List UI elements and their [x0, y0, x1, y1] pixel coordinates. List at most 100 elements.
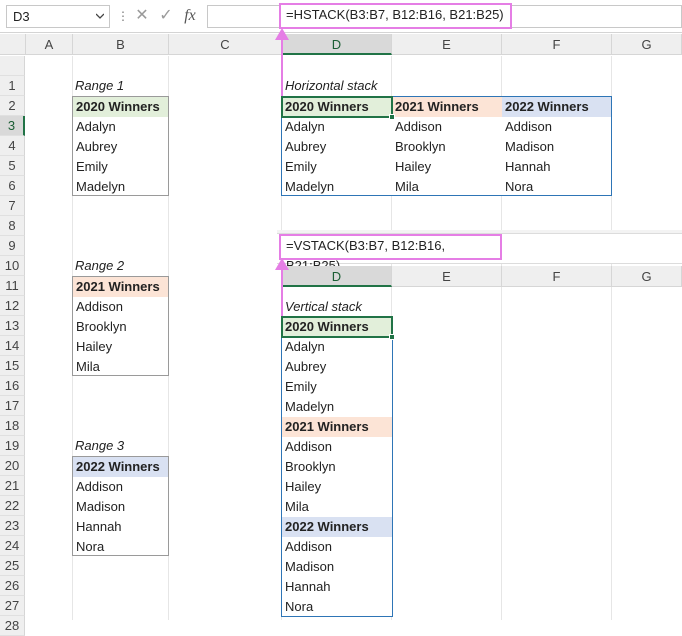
- range3-cell[interactable]: Addison: [73, 477, 168, 497]
- range1-cell[interactable]: Emily: [73, 157, 168, 177]
- hstack-cell[interactable]: Hannah: [502, 157, 611, 177]
- row-header-24[interactable]: 24: [0, 536, 25, 556]
- row-header-13[interactable]: 13: [0, 316, 25, 336]
- active-cell-d3[interactable]: [281, 96, 393, 118]
- row-header-10[interactable]: 10: [0, 256, 25, 276]
- row-header-4[interactable]: 4: [0, 136, 25, 156]
- vstack-cell[interactable]: Nora: [282, 597, 392, 617]
- row-header-15[interactable]: 15: [0, 356, 25, 376]
- range2-cell[interactable]: Brooklyn: [73, 317, 168, 337]
- row-header-23[interactable]: 23: [0, 516, 25, 536]
- vstack-header-2021[interactable]: 2021 Winners: [282, 417, 392, 437]
- hstack-cell[interactable]: Emily: [282, 157, 392, 177]
- row-header-12[interactable]: 12: [0, 296, 25, 316]
- row-header-8[interactable]: 8: [0, 216, 25, 236]
- row-header-28[interactable]: 28: [0, 616, 25, 636]
- range2-header[interactable]: 2021 Winners: [73, 277, 168, 297]
- cancel-icon[interactable]: ✕: [131, 6, 153, 26]
- vstack-cell[interactable]: Addison: [282, 537, 392, 557]
- range3-cell[interactable]: Madison: [73, 497, 168, 517]
- row-header-14[interactable]: 14: [0, 336, 25, 356]
- select-all-corner[interactable]: [0, 34, 26, 55]
- vstack-cell[interactable]: Emily: [282, 377, 392, 397]
- row-header-5[interactable]: 5: [0, 156, 25, 176]
- vstack-column-header-e[interactable]: E: [392, 266, 502, 287]
- column-header-a[interactable]: A: [26, 34, 73, 55]
- row-header-17[interactable]: 17: [0, 396, 25, 416]
- range2-cell[interactable]: Addison: [73, 297, 168, 317]
- vstack-cell[interactable]: Brooklyn: [282, 457, 392, 477]
- range1-cell[interactable]: Madelyn: [73, 177, 168, 197]
- vertical-stack-table: 2020 Winners Adalyn Aubrey Emily Madelyn…: [281, 316, 393, 617]
- hstack-header-2022[interactable]: 2022 Winners: [502, 97, 611, 117]
- vstack-cell[interactable]: Adalyn: [282, 337, 392, 357]
- enter-icon[interactable]: ✓: [155, 6, 177, 26]
- row-header-22[interactable]: 22: [0, 496, 25, 516]
- range2-cell[interactable]: Mila: [73, 357, 168, 377]
- vstack-cell[interactable]: Addison: [282, 437, 392, 457]
- vstack-cell[interactable]: Aubrey: [282, 357, 392, 377]
- range2-cell[interactable]: Hailey: [73, 337, 168, 357]
- row-header-25[interactable]: 25: [0, 556, 25, 576]
- hstack-cell[interactable]: Brooklyn: [392, 137, 502, 157]
- row-header-3[interactable]: 3: [0, 116, 25, 136]
- row-header-27[interactable]: 27: [0, 596, 25, 616]
- vstack-cell[interactable]: Madison: [282, 557, 392, 577]
- more-options-icon[interactable]: ⋮: [117, 9, 129, 23]
- range1-header[interactable]: 2020 Winners: [73, 97, 168, 117]
- range1-label: Range 1: [75, 78, 125, 93]
- column-header-g[interactable]: G: [612, 34, 682, 55]
- hstack-cell[interactable]: Nora: [502, 177, 611, 197]
- row-header-21[interactable]: 21: [0, 476, 25, 496]
- range2-label: Range 2: [75, 258, 125, 273]
- chevron-down-icon[interactable]: [96, 12, 104, 20]
- vstack-cell[interactable]: Hannah: [282, 577, 392, 597]
- vstack-header-2022[interactable]: 2022 Winners: [282, 517, 392, 537]
- range1-cell[interactable]: Aubrey: [73, 137, 168, 157]
- row-header-20[interactable]: 20: [0, 456, 25, 476]
- horizontal-stack-label: Horizontal stack: [285, 78, 378, 93]
- insert-function-icon[interactable]: fx: [179, 6, 201, 26]
- row-header-6[interactable]: 6: [0, 176, 25, 196]
- column-header-f[interactable]: F: [502, 34, 612, 55]
- vstack-cell[interactable]: Madelyn: [282, 397, 392, 417]
- row-header-16[interactable]: 16: [0, 376, 25, 396]
- column-header-d[interactable]: D: [282, 34, 392, 55]
- row-header-9[interactable]: 9: [0, 236, 25, 256]
- column-header-c[interactable]: C: [169, 34, 282, 55]
- vstack-cell[interactable]: Mila: [282, 497, 392, 517]
- row-header-19[interactable]: 19: [0, 436, 25, 456]
- column-header-e[interactable]: E: [392, 34, 502, 55]
- vstack-column-header-f[interactable]: F: [502, 266, 612, 287]
- vstack-fill-handle[interactable]: [389, 334, 395, 340]
- hstack-cell[interactable]: Mila: [392, 177, 502, 197]
- hstack-header-2021[interactable]: 2021 Winners: [392, 97, 502, 117]
- range3-cell[interactable]: Nora: [73, 537, 168, 557]
- row-header-1[interactable]: 1: [0, 76, 25, 96]
- hstack-cell[interactable]: Addison: [502, 117, 611, 137]
- hstack-cell[interactable]: Adalyn: [282, 117, 392, 137]
- vstack-active-cell[interactable]: [281, 316, 393, 338]
- hstack-cell[interactable]: Addison: [392, 117, 502, 137]
- vstack-column-header-d[interactable]: D: [282, 266, 392, 287]
- hstack-cell[interactable]: Hailey: [392, 157, 502, 177]
- hstack-cell[interactable]: Madelyn: [282, 177, 392, 197]
- range1-cell[interactable]: Adalyn: [73, 117, 168, 137]
- row-header-11[interactable]: 11: [0, 276, 25, 296]
- row-header-18[interactable]: 18: [0, 416, 25, 436]
- row-header-7[interactable]: 7: [0, 196, 25, 216]
- range3-cell[interactable]: Hannah: [73, 517, 168, 537]
- row-header-2[interactable]: 2: [0, 96, 25, 116]
- hstack-cell[interactable]: Madison: [502, 137, 611, 157]
- name-box[interactable]: D3: [6, 5, 110, 28]
- row-header-26[interactable]: 26: [0, 576, 25, 596]
- vstack-column-header-g[interactable]: G: [612, 266, 682, 287]
- formula-callout-hstack: =HSTACK(B3:B7, B12:B16, B21:B25): [279, 3, 512, 29]
- vstack-cell[interactable]: Hailey: [282, 477, 392, 497]
- range3-table: 2022 Winners Addison Madison Hannah Nora: [72, 456, 169, 556]
- name-box-value: D3: [13, 9, 30, 24]
- hstack-cell[interactable]: Aubrey: [282, 137, 392, 157]
- formula-text: =HSTACK(B3:B7, B12:B16, B21:B25): [286, 7, 504, 22]
- range3-header[interactable]: 2022 Winners: [73, 457, 168, 477]
- column-header-b[interactable]: B: [73, 34, 169, 55]
